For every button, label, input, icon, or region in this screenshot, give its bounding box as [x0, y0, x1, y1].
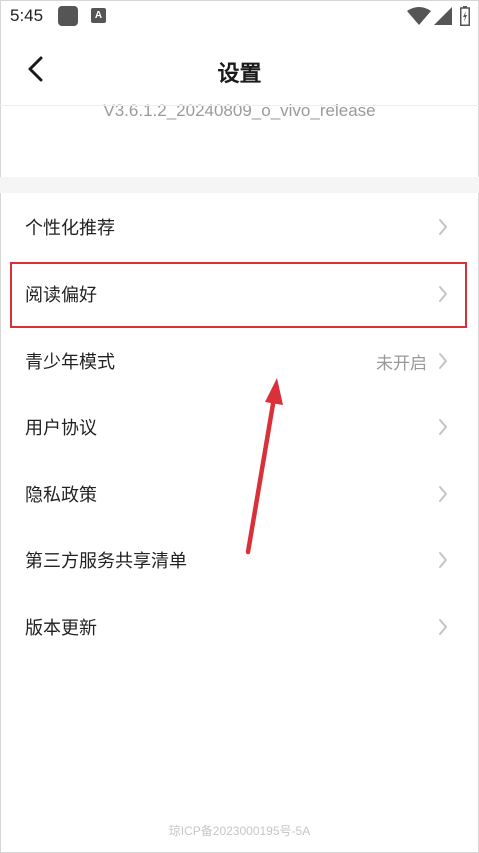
- version-text: V3.6.1.2_20240809_o_vivo_release: [103, 101, 376, 120]
- battery-icon: [460, 6, 470, 26]
- a-notification-icon: A: [91, 8, 106, 23]
- menu-item-label: 个性化推荐: [25, 218, 115, 239]
- header-divider: [0, 105, 479, 106]
- menu-item-version-update[interactable]: 版本更新: [0, 594, 479, 660]
- status-bar: 5:45 A: [0, 0, 479, 34]
- chevron-right-icon: [439, 486, 447, 502]
- highlight-box: [10, 262, 467, 328]
- annotation-arrow-icon: [245, 378, 283, 555]
- menu-item-personalized-recommendation[interactable]: 个性化推荐: [0, 194, 479, 260]
- section-divider: [0, 177, 479, 193]
- menu-item-label: 隐私政策: [25, 485, 97, 506]
- chevron-right-icon: [439, 419, 447, 435]
- header: 设置: [0, 34, 479, 106]
- app-notification-icon: [58, 6, 78, 26]
- menu-item-label: 版本更新: [25, 618, 97, 639]
- chevron-right-icon: [439, 552, 447, 568]
- menu-item-label: 第三方服务共享清单: [25, 551, 187, 572]
- menu-item-label: 青少年模式: [25, 352, 115, 373]
- wifi-icon: [407, 7, 431, 25]
- status-time: 5:45: [10, 6, 44, 25]
- footer-icp: 琼ICP备2023000195号-5A: [168, 824, 311, 838]
- menu-item-label: 用户协议: [25, 418, 97, 439]
- chevron-right-icon: [439, 619, 447, 635]
- chevron-right-icon: [439, 353, 447, 369]
- teen-mode-status: 未开启: [376, 354, 427, 374]
- chevron-right-icon: [439, 219, 447, 235]
- signal-icon: [434, 7, 452, 25]
- page-title: 设置: [217, 62, 262, 87]
